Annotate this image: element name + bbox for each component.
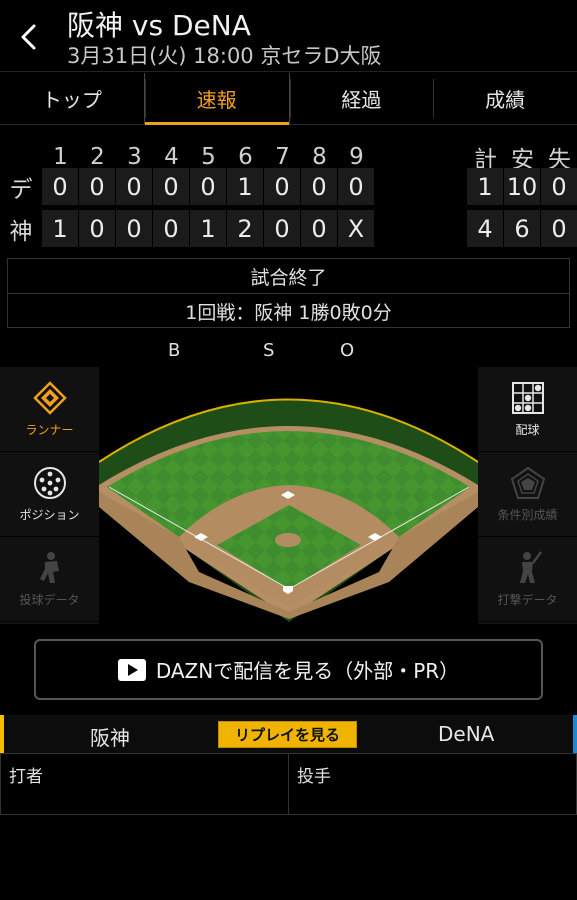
result-box: 試合終了 1回戦：阪神 1勝0敗0分: [7, 258, 570, 328]
team-bar: 阪神 リプレイを見る DeNA: [0, 715, 577, 753]
inning-score: 0: [42, 168, 78, 205]
away-team-name[interactable]: DeNA: [438, 722, 494, 746]
total-hits: 10: [504, 168, 540, 205]
inning-score: 0: [264, 168, 300, 205]
pitch-location-button[interactable]: 配球: [478, 367, 577, 452]
inning-score: 0: [79, 168, 115, 205]
total-errors: 0: [541, 168, 577, 205]
inning-score: 1: [42, 210, 78, 247]
batting-data-label: 打撃データ: [497, 592, 558, 607]
position-label: ポジション: [19, 507, 80, 522]
runner-label: ランナー: [25, 422, 74, 437]
total-runs: 4: [467, 210, 503, 247]
field-diagram: [98, 398, 479, 622]
inning-score: 0: [264, 210, 300, 247]
home-team-name[interactable]: 阪神: [90, 722, 130, 751]
header: 阪神 vs DeNA 3月31日(火) 18:00 京セラD大阪: [0, 0, 577, 72]
pitch-location-label: 配球: [515, 422, 540, 437]
pitcher-icon: [39, 551, 59, 583]
inning-score: 0: [338, 168, 374, 205]
inning-score: X: [338, 210, 374, 247]
game-info: 3月31日(火) 18:00 京セラD大阪: [67, 44, 382, 68]
tab-live[interactable]: 速報: [143, 73, 290, 125]
game-screen: 阪神 vs DeNA 3月31日(火) 18:00 京セラD大阪 トップ 速報 …: [0, 0, 577, 900]
strike-count-label: S: [263, 340, 275, 361]
conditional-stats-button[interactable]: 条件別成績: [478, 452, 577, 537]
batter-label: 打者: [9, 767, 43, 787]
dazn-stream-label: DAZNで配信を見る（外部・PR）: [155, 659, 460, 683]
radar-chart-icon: [510, 466, 545, 499]
away-team-color-bar: [573, 715, 577, 753]
tab-stats[interactable]: 成績: [433, 73, 577, 124]
team-label: デ: [9, 176, 33, 203]
baseball-field: [98, 367, 479, 624]
dazn-stream-button[interactable]: DAZNで配信を見る（外部・PR）: [34, 639, 543, 700]
runner-button[interactable]: ランナー: [0, 367, 99, 452]
total-errors: 0: [541, 210, 577, 247]
pitcher-label: 投手: [297, 767, 331, 787]
inning-score: 0: [153, 210, 189, 247]
position-button[interactable]: ポジション: [0, 452, 99, 537]
total-runs: 1: [467, 168, 503, 205]
tab-bar: トップ 速報 経過 成績: [0, 73, 577, 125]
ball-count-label: B: [168, 340, 181, 361]
inning-score: 2: [227, 210, 263, 247]
batter-icon: [519, 550, 542, 583]
totals-row-home: 4 6 0: [467, 210, 577, 247]
pitching-data-label: 投球データ: [19, 592, 80, 607]
inning-score: 0: [116, 210, 152, 247]
out-count-label: O: [340, 340, 355, 361]
totals-row-away: 1 10 0: [467, 168, 577, 205]
position-dots-icon: [33, 466, 66, 499]
inning-score: 0: [116, 168, 152, 205]
inning-score: 1: [190, 210, 226, 247]
inning-score: 1: [227, 168, 263, 205]
right-view-menu: 配球 条件別成績 打撃データ: [478, 367, 577, 624]
chevron-left-icon: [21, 24, 36, 50]
inning-score: 0: [153, 168, 189, 205]
game-status: 試合終了: [8, 259, 569, 294]
series-record: 1回戦：阪神 1勝0敗0分: [185, 301, 392, 324]
page-title: 阪神 vs DeNA: [67, 9, 251, 42]
pitcher-panel: 投手: [288, 753, 577, 815]
batting-data-button[interactable]: 打撃データ: [478, 537, 577, 622]
batter-panel: 打者: [0, 753, 289, 815]
score-row-away: デ 0 0 0 0 0 1 0 0 0: [0, 168, 375, 205]
inning-score: 0: [79, 210, 115, 247]
runner-diamond-icon: [32, 380, 67, 415]
inning-score: 0: [301, 210, 337, 247]
back-button[interactable]: [14, 22, 44, 52]
tab-progress[interactable]: 経過: [289, 73, 434, 124]
home-team-color-bar: [0, 715, 4, 753]
play-icon: [117, 658, 146, 681]
tab-top[interactable]: トップ: [0, 73, 144, 124]
score-row-home: 神 1 0 0 0 1 2 0 0 X: [0, 210, 375, 247]
conditional-stats-label: 条件別成績: [497, 507, 558, 522]
left-view-menu: ランナー ポジション 投球データ: [0, 367, 99, 624]
inning-score: 0: [190, 168, 226, 205]
pitching-data-button[interactable]: 投球データ: [0, 537, 99, 622]
replay-button[interactable]: リプレイを見る: [218, 721, 357, 748]
inning-score: 0: [301, 168, 337, 205]
total-hits: 6: [504, 210, 540, 247]
pitch-grid-icon: [511, 381, 544, 414]
team-label: 神: [9, 218, 33, 245]
